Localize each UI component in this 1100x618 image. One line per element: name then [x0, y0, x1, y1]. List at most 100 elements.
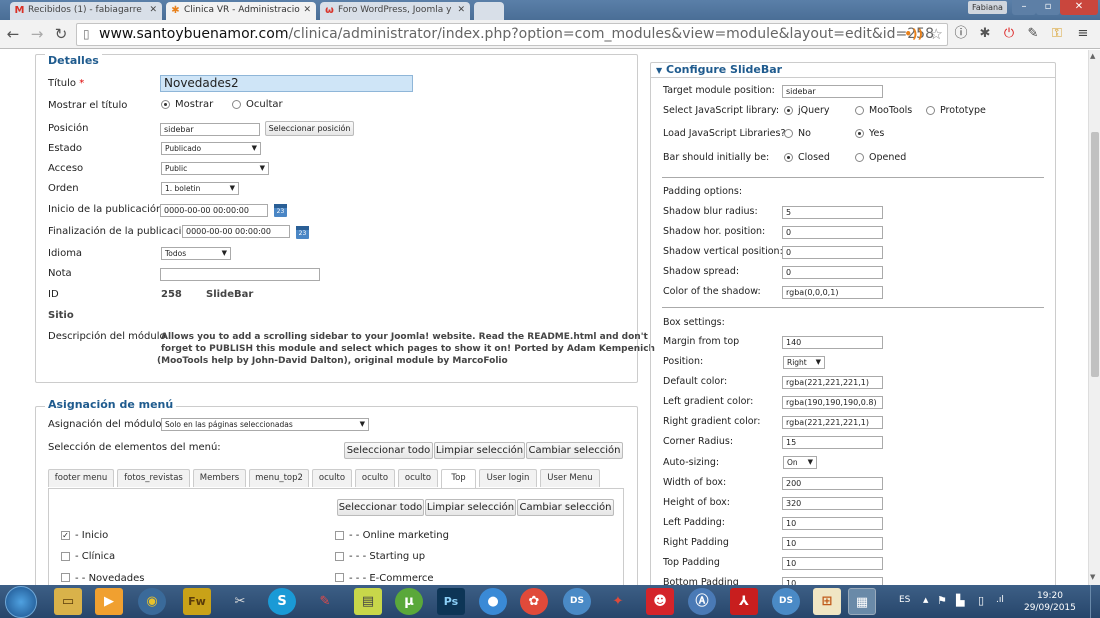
- menu-item-checkbox[interactable]: [61, 552, 70, 561]
- back-icon[interactable]: ←: [4, 25, 22, 43]
- new-tab-button[interactable]: [474, 2, 504, 20]
- box-width-input[interactable]: 200: [782, 477, 883, 490]
- prototype-radio[interactable]: [926, 106, 935, 115]
- bottom-padding-input[interactable]: 10: [782, 577, 883, 585]
- tab-gmail[interactable]: M Recibidos (1) - fabiagarre ✕: [10, 2, 162, 20]
- publish-start-input[interactable]: 0000-00-00 00:00:00: [160, 204, 268, 217]
- app-grid-icon[interactable]: ⊞: [813, 588, 841, 615]
- close-icon[interactable]: ✕: [457, 5, 465, 15]
- acrobat-icon[interactable]: ⅄: [730, 588, 758, 615]
- url-text[interactable]: www.santoybuenamor.com/clinica/administr…: [99, 26, 934, 42]
- bookmark-star-icon[interactable]: ☆: [930, 25, 943, 43]
- key-extension-icon[interactable]: ⚿: [1048, 25, 1066, 43]
- snipping-tool-icon[interactable]: ✂: [226, 588, 254, 615]
- profile-badge[interactable]: Fabiana: [968, 1, 1007, 14]
- load-js-yes-radio[interactable]: [855, 129, 864, 138]
- target-position-input[interactable]: sidebar: [782, 85, 883, 98]
- tab-fotos-revistas[interactable]: fotos_revistas: [117, 469, 190, 487]
- clear-selection-button[interactable]: Limpiar selección: [434, 442, 525, 459]
- menu-item-checkbox[interactable]: [335, 531, 344, 540]
- language-indicator[interactable]: ES: [899, 595, 910, 605]
- autosize-select[interactable]: On ▼: [783, 456, 817, 469]
- access-select[interactable]: Public ▼: [161, 162, 269, 175]
- network-tray-icon[interactable]: ▙: [956, 594, 964, 607]
- tab-oculto-1[interactable]: oculto: [312, 469, 352, 487]
- note-input[interactable]: [160, 268, 320, 281]
- corner-radius-input[interactable]: 15: [782, 436, 883, 449]
- load-js-no-radio[interactable]: [784, 129, 793, 138]
- module-assignment-select[interactable]: Solo en las páginas seleccionadas ▼: [161, 418, 369, 431]
- media-player-icon[interactable]: ▶: [95, 588, 123, 615]
- hide-title-radio[interactable]: [232, 100, 241, 109]
- utorrent-icon[interactable]: µ: [395, 588, 423, 615]
- top-padding-input[interactable]: 10: [782, 557, 883, 570]
- pen-extension-icon[interactable]: ✎: [1024, 25, 1042, 43]
- order-select[interactable]: 1. boletin ▼: [161, 182, 239, 195]
- battery-tray-icon[interactable]: ▯: [978, 594, 984, 607]
- panel-select-all-button[interactable]: Seleccionar todo: [337, 499, 424, 516]
- language-select[interactable]: Todos ▼: [161, 247, 231, 260]
- pen-app-icon[interactable]: ✎: [311, 588, 339, 615]
- right-gradient-input[interactable]: rgba(221,221,221,1): [782, 416, 883, 429]
- stickies-icon[interactable]: ▤: [354, 588, 382, 615]
- show-title-radio[interactable]: [161, 100, 170, 109]
- scroll-down-icon[interactable]: ▼: [1090, 573, 1095, 581]
- box-height-input[interactable]: 320: [782, 497, 883, 510]
- close-window-button[interactable]: ✕: [1060, 0, 1098, 15]
- title-input[interactable]: Novedades2: [160, 75, 413, 92]
- toggle-selection-button[interactable]: Cambiar selección: [526, 442, 623, 459]
- puzzle-extension-icon[interactable]: ✱: [976, 25, 994, 43]
- clock-time[interactable]: 19:20: [1037, 591, 1063, 601]
- tab-menu-top2[interactable]: menu_top2: [249, 469, 309, 487]
- menu-item-checkbox[interactable]: [61, 573, 70, 582]
- menu-icon[interactable]: ≡: [1074, 25, 1092, 43]
- tab-top[interactable]: Top: [441, 469, 476, 488]
- page-scrollbar[interactable]: ▲ ▼: [1088, 50, 1100, 585]
- device-app-icon[interactable]: DS: [563, 588, 591, 615]
- window-app-icon[interactable]: ▦: [848, 588, 876, 615]
- forward-icon[interactable]: →: [28, 25, 46, 43]
- chrome-icon[interactable]: ◉: [138, 588, 166, 615]
- tab-members[interactable]: Members: [193, 469, 246, 487]
- scrollbar-thumb[interactable]: [1091, 132, 1099, 377]
- menu-item-checkbox[interactable]: [335, 573, 344, 582]
- show-desktop-button[interactable]: [1090, 585, 1100, 618]
- tab-foro-wordpress[interactable]: ω Foro WordPress, Joomla y ✕: [320, 2, 470, 20]
- select-all-button[interactable]: Seleccionar todo: [344, 442, 433, 459]
- archive-app-icon[interactable]: Ⓐ: [688, 588, 716, 615]
- select-position-button[interactable]: Seleccionar posición: [265, 121, 354, 136]
- margin-top-input[interactable]: 140: [782, 336, 883, 349]
- info-extension-icon[interactable]: ⓘ: [952, 25, 970, 43]
- start-button[interactable]: [5, 586, 37, 618]
- close-icon[interactable]: ✕: [149, 5, 157, 15]
- skype-icon[interactable]: S: [268, 588, 296, 615]
- box-position-select[interactable]: Right ▼: [783, 356, 825, 369]
- tab-oculto-3[interactable]: oculto: [398, 469, 438, 487]
- alarm-app-icon[interactable]: ☻: [646, 588, 674, 615]
- mootools-radio[interactable]: [855, 106, 864, 115]
- left-padding-input[interactable]: 10: [782, 517, 883, 530]
- tray-up-arrow-icon[interactable]: ▲: [923, 596, 928, 604]
- reload-icon[interactable]: ↻: [52, 25, 70, 43]
- position-input[interactable]: sidebar: [160, 123, 260, 136]
- right-padding-input[interactable]: 10: [782, 537, 883, 550]
- slidebar-config-header[interactable]: ▼ Configure SlideBar: [656, 63, 782, 76]
- tab-footer-menu[interactable]: footer menu: [48, 469, 114, 487]
- file-explorer-icon[interactable]: ▭: [54, 588, 82, 615]
- menu-item-checkbox[interactable]: [335, 552, 344, 561]
- closed-radio[interactable]: [784, 153, 793, 162]
- stop-extension-icon[interactable]: ⏻: [1000, 25, 1018, 43]
- close-icon[interactable]: ✕: [303, 5, 311, 15]
- state-select[interactable]: Publicado ▼: [161, 142, 261, 155]
- picasa-icon[interactable]: ✿: [520, 588, 548, 615]
- shadow-color-input[interactable]: rgba(0,0,0,1): [782, 286, 883, 299]
- panel-clear-selection-button[interactable]: Limpiar selección: [425, 499, 516, 516]
- photoshop-icon[interactable]: Ps: [437, 588, 465, 615]
- tab-clinica-admin[interactable]: ✱ Clinica VR - Administracio ✕: [166, 2, 316, 20]
- shadow-blur-input[interactable]: 5: [782, 206, 883, 219]
- shadow-hor-input[interactable]: 0: [782, 226, 883, 239]
- shadow-vert-input[interactable]: 0: [782, 246, 883, 259]
- shadow-spread-input[interactable]: 0: [782, 266, 883, 279]
- opened-radio[interactable]: [855, 153, 864, 162]
- menu-item-checkbox[interactable]: ✓: [61, 531, 70, 540]
